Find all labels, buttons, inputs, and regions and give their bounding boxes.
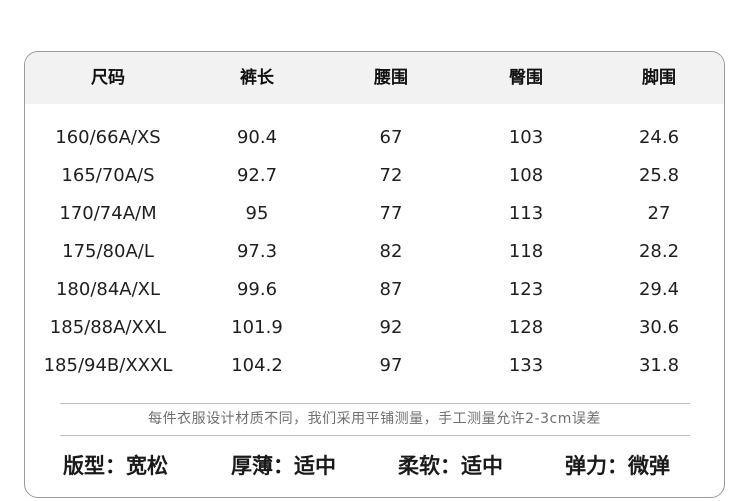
table-row: 160/66A/XS 90.4 67 103 24.6 <box>25 119 724 157</box>
cell-pants-length: 97.3 <box>236 241 278 262</box>
cell-ankle: 31.8 <box>638 355 680 376</box>
table-row: 170/74A/M 95 77 113 27 <box>25 195 724 233</box>
property-fit: 版型：宽松 <box>63 454 168 478</box>
header-ankle: 脚围 <box>642 68 676 88</box>
cell-waist: 82 <box>379 241 403 262</box>
cell-size: 170/74A/M <box>59 203 157 224</box>
cell-hip: 103 <box>508 127 544 148</box>
table-row: 185/94B/XXXL 104.2 97 133 31.8 <box>25 347 724 385</box>
cell-pants-length: 95 <box>245 203 269 224</box>
cell-waist: 87 <box>379 279 403 300</box>
table-row: 180/84A/XL 99.6 87 123 29.4 <box>25 271 724 309</box>
size-chart-card: 尺码 裤长 腰围 臀围 脚围 160/66A/XS 90.4 67 103 24… <box>24 51 725 498</box>
cell-waist: 77 <box>379 203 403 224</box>
cell-hip: 133 <box>508 355 544 376</box>
cell-waist: 67 <box>379 127 403 148</box>
header-size: 尺码 <box>91 68 125 88</box>
cell-hip: 118 <box>508 241 544 262</box>
cell-ankle: 29.4 <box>638 279 680 300</box>
table-row: 185/88A/XXL 101.9 92 128 30.6 <box>25 309 724 347</box>
product-properties: 版型：宽松 厚薄：适中 柔软：适中 弹力：微弹 <box>25 448 724 484</box>
cell-hip: 123 <box>508 279 544 300</box>
cell-ankle: 28.2 <box>638 241 680 262</box>
cell-hip: 108 <box>508 165 544 186</box>
cell-waist: 92 <box>379 317 403 338</box>
header-waist: 腰围 <box>374 68 408 88</box>
cell-size: 160/66A/XS <box>55 127 161 148</box>
header-pants-length: 裤长 <box>240 68 274 88</box>
cell-pants-length: 104.2 <box>231 355 283 376</box>
cell-ankle: 27 <box>647 203 671 224</box>
cell-size: 175/80A/L <box>62 241 154 262</box>
table-row: 175/80A/L 97.3 82 118 28.2 <box>25 233 724 271</box>
table-row: 165/70A/S 92.7 72 108 25.8 <box>25 157 724 195</box>
cell-size: 165/70A/S <box>61 165 155 186</box>
cell-size: 185/94B/XXXL <box>43 355 173 376</box>
cell-pants-length: 99.6 <box>236 279 278 300</box>
cell-pants-length: 92.7 <box>236 165 278 186</box>
cell-ankle: 24.6 <box>638 127 680 148</box>
cell-ankle: 30.6 <box>638 317 680 338</box>
note-bottom-divider <box>60 435 690 436</box>
property-elasticity: 弹力：微弹 <box>565 454 670 478</box>
cell-size: 185/88A/XXL <box>49 317 167 338</box>
property-thickness: 厚薄：适中 <box>231 454 336 478</box>
measurement-note: 每件衣服设计材质不同，我们采用平铺测量，手工测量允许2-3cm误差 <box>148 411 601 427</box>
cell-hip: 113 <box>508 203 544 224</box>
cell-ankle: 25.8 <box>638 165 680 186</box>
cell-size: 180/84A/XL <box>55 279 161 300</box>
header-hip: 臀围 <box>509 68 543 88</box>
cell-hip: 128 <box>508 317 544 338</box>
cell-waist: 72 <box>379 165 403 186</box>
cell-pants-length: 101.9 <box>231 317 283 338</box>
cell-waist: 97 <box>379 355 403 376</box>
table-header-row: 尺码 裤长 腰围 臀围 脚围 <box>25 52 724 104</box>
cell-pants-length: 90.4 <box>236 127 278 148</box>
property-softness: 柔软：适中 <box>398 454 503 478</box>
